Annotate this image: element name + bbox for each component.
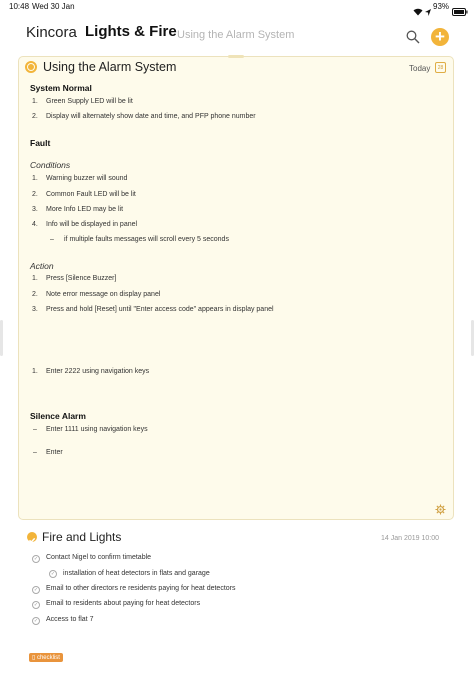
list-item: Green Supply LED will be lit	[46, 98, 133, 105]
list-item: More Info LED may be lit	[46, 206, 124, 213]
list-number: 2.	[32, 291, 38, 298]
bullet: –	[33, 449, 37, 456]
completed-note-icon[interactable]	[27, 532, 37, 544]
list-item: Press [Silence Buzzer]	[46, 275, 117, 282]
check-icon[interactable]: ✓	[32, 586, 40, 594]
note-title[interactable]: Fire and Lights	[42, 530, 121, 544]
location-icon	[425, 3, 431, 21]
breadcrumb-note: Using the Alarm System	[177, 29, 295, 41]
sub-bullet: –	[50, 236, 54, 243]
left-edge-handle[interactable]	[0, 320, 3, 356]
check-icon[interactable]: ✓	[32, 555, 40, 563]
add-note-button[interactable]: +	[431, 28, 449, 46]
list-number: 3.	[32, 306, 38, 313]
list-item: Enter 1111 using navigation keys	[46, 426, 148, 433]
checklist-item[interactable]: Access to flat 7	[46, 616, 93, 623]
list-item: Press and hold [Reset] until "Enter acce…	[46, 306, 274, 313]
heading-system-normal: System Normal	[30, 83, 92, 93]
calendar-icon[interactable]: 28	[435, 62, 446, 73]
list-item: Display will alternately show date and t…	[46, 113, 256, 120]
list-number: 1.	[32, 98, 38, 105]
checklist-item[interactable]: Email to other directors re residents pa…	[46, 585, 235, 592]
battery-percent: 93%	[433, 2, 450, 11]
check-icon[interactable]: ✓	[32, 617, 40, 625]
list-item: Enter 2222 using navigation keys	[46, 368, 150, 375]
status-time: 10:48	[9, 2, 30, 11]
tag-checklist[interactable]: ▯ checklist	[29, 653, 63, 662]
battery-icon	[452, 3, 468, 21]
heading-fault: Fault	[30, 138, 51, 148]
list-number: 1.	[32, 175, 38, 182]
note-date-label[interactable]: Today	[409, 64, 430, 73]
list-item: Info will be displayed in panel	[46, 221, 138, 228]
search-icon[interactable]	[406, 30, 420, 49]
heading-silence-alarm: Silence Alarm	[30, 411, 86, 421]
status-date: Wed 30 Jan	[32, 2, 75, 11]
gear-icon[interactable]	[435, 504, 446, 518]
checklist-item[interactable]: installation of heat detectors in flats …	[63, 570, 210, 577]
list-number: 2.	[32, 113, 38, 120]
list-item: Common Fault LED will be lit	[46, 191, 136, 198]
list-number: 1.	[32, 368, 38, 375]
heading-conditions: Conditions	[30, 160, 71, 170]
project-title[interactable]: Lights & Fire	[85, 23, 177, 40]
check-icon[interactable]: ✓	[32, 601, 40, 609]
list-number: 3.	[32, 206, 38, 213]
note-date: 14 Jan 2019 10:00	[381, 535, 439, 542]
note-title[interactable]: Using the Alarm System	[43, 60, 176, 74]
list-item: Note error message on display panel	[46, 291, 161, 298]
app-brand[interactable]: Kincora	[26, 24, 77, 41]
note-card[interactable]	[18, 56, 454, 520]
checklist-item[interactable]: Contact Nigel to confirm timetable	[46, 554, 151, 561]
list-item: Warning buzzer will sound	[46, 175, 128, 182]
wifi-icon	[413, 3, 423, 21]
note-status-icon[interactable]	[25, 61, 37, 73]
sub-list-item: if multiple faults messages will scroll …	[64, 236, 229, 243]
heading-action: Action	[30, 261, 54, 271]
tag-label: checklist	[36, 655, 60, 661]
list-number: 4.	[32, 221, 38, 228]
check-icon[interactable]: ✓	[49, 570, 57, 578]
bullet: –	[33, 426, 37, 433]
list-number: 2.	[32, 191, 38, 198]
checklist-item[interactable]: Email to residents about paying for heat…	[46, 600, 200, 607]
list-item: Enter	[46, 449, 63, 456]
list-number: 1.	[32, 275, 38, 282]
drag-handle[interactable]	[228, 55, 244, 58]
